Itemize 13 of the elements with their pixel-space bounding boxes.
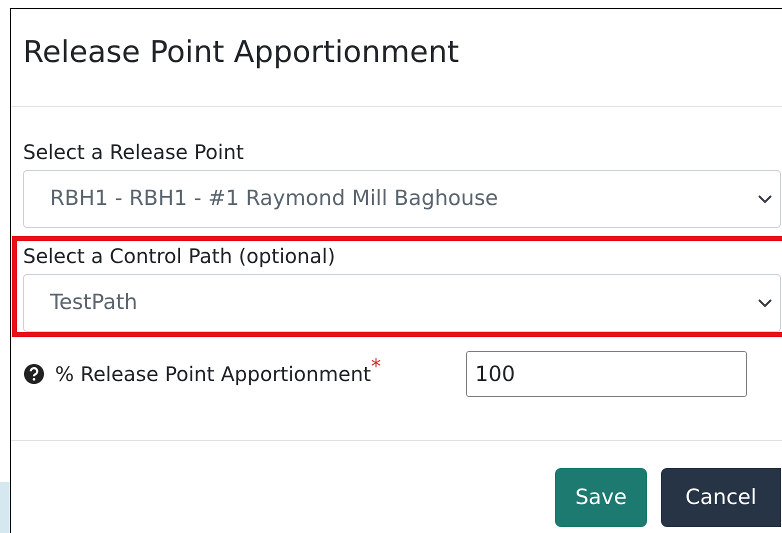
field-label: Select a Release Point (23, 140, 244, 164)
save-button[interactable]: Save (555, 468, 647, 527)
cancel-button[interactable]: Cancel (661, 468, 781, 527)
field-label: Select a Control Path (optional) (23, 244, 336, 268)
input-field[interactable]: 100 (466, 351, 747, 397)
help-icon[interactable] (23, 363, 45, 385)
page-background (0, 482, 10, 533)
chevron-down-icon (758, 194, 772, 204)
field-label: % Release Point Apportionment* (55, 359, 382, 388)
chevron-down-icon (758, 298, 772, 308)
select-field[interactable]: TestPath (23, 274, 781, 332)
dialog-title: Release Point Apportionment (23, 35, 460, 71)
select-field[interactable]: RBH1 - RBH1 - #1 Raymond Mill Baghouse (23, 170, 781, 228)
